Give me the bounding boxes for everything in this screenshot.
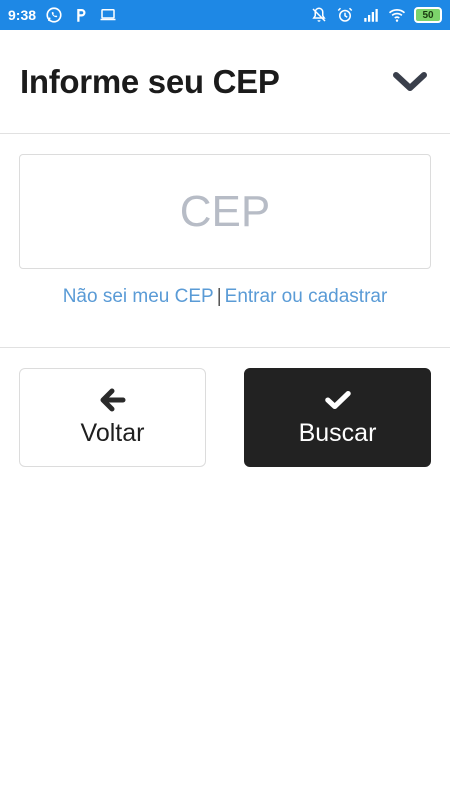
arrow-left-icon (100, 387, 126, 413)
cep-input[interactable] (19, 154, 431, 269)
collapse-button[interactable] (390, 62, 430, 102)
back-button[interactable]: Voltar (19, 368, 206, 467)
whatsapp-icon (45, 6, 63, 24)
divider (0, 347, 450, 348)
search-button-label: Buscar (298, 419, 377, 447)
signal-icon (362, 6, 380, 24)
status-left: 9:38 (8, 6, 117, 24)
wifi-icon (388, 6, 406, 24)
unknown-cep-link[interactable]: Não sei meu CEP (63, 286, 214, 307)
link-separator: | (216, 286, 222, 307)
laptop-icon (99, 6, 117, 24)
back-button-label: Voltar (80, 419, 145, 447)
search-button[interactable]: Buscar (244, 368, 431, 467)
notifications-off-icon (310, 6, 328, 24)
battery-indicator: 50 (414, 7, 442, 23)
alarm-icon (336, 6, 354, 24)
page-header: Informe seu CEP (0, 30, 450, 134)
status-bar: 9:38 50 (0, 0, 450, 30)
chevron-down-icon (393, 71, 427, 91)
p-app-icon (72, 6, 90, 24)
login-register-link[interactable]: Entrar ou cadastrar (225, 286, 388, 307)
check-icon (324, 387, 351, 413)
help-links: Não sei meu CEP | Entrar ou cadastrar (0, 286, 450, 308)
cep-field-wrapper (19, 154, 431, 269)
status-right: 50 (310, 6, 442, 24)
page-title: Informe seu CEP (20, 62, 280, 100)
status-time: 9:38 (8, 7, 37, 23)
